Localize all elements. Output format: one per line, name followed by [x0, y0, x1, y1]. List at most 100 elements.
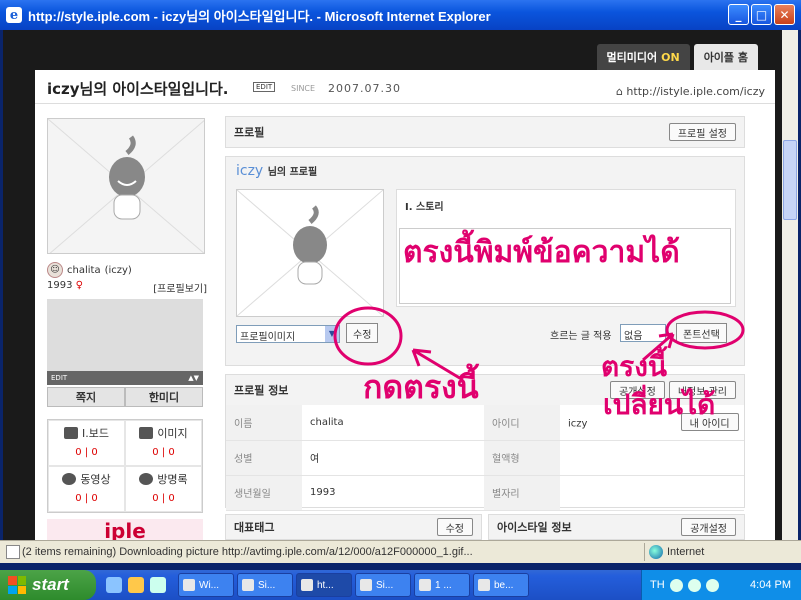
manage-info-button[interactable]: 내정보 관리 — [668, 381, 736, 399]
title-bar: e http://style.iple.com - iczy님의 아이스타일입니… — [0, 0, 801, 30]
select-value: 프로필이미지 — [240, 332, 296, 343]
since-date: 2007.07.30 — [328, 82, 401, 95]
app-icon — [478, 579, 490, 591]
istyle-url-link[interactable]: ⌂ http://istyle.iple.com/iczy — [616, 85, 765, 98]
iple-logo[interactable]: iple — [47, 519, 203, 540]
task-label: Si... — [258, 579, 276, 591]
info-value — [560, 440, 744, 476]
profile-view-link[interactable]: [프로필보기] — [153, 280, 207, 295]
tags-panel: 대표태그 수정 — [225, 514, 482, 540]
tv-icon — [64, 427, 78, 439]
menu-count: 0 | 0 — [152, 447, 175, 458]
info-value: 여 — [302, 440, 484, 476]
menu-board[interactable]: I.보드 0 | 0 — [48, 420, 125, 466]
table-row: 이름 chalita 아이디 iczy 내 아이디 — [226, 405, 744, 441]
profile-owner: iczy 님의 프로필 — [236, 163, 317, 179]
ie-quicklaunch-icon[interactable] — [106, 577, 122, 593]
maximize-button[interactable]: □ — [751, 4, 772, 25]
iple-home-button[interactable]: 아이플 홈 — [693, 44, 758, 70]
task-label: Si... — [376, 579, 394, 591]
task-button-active[interactable]: ht... — [296, 573, 352, 597]
tray-icon[interactable] — [687, 578, 701, 592]
flow-text-select[interactable]: 없음 — [620, 324, 666, 342]
info-key: 생년월일 — [226, 475, 302, 511]
profile-settings-button[interactable]: 프로필 설정 — [668, 123, 736, 141]
info-table: 이름 chalita 아이디 iczy 내 아이디 성별 여 혈액형 생년월일 1993 별자… — [226, 405, 744, 511]
user-birth-year: 1993 — [47, 280, 73, 291]
start-label: start — [32, 575, 69, 594]
story-box: I. 스토리 — [396, 189, 736, 307]
browser-window: e http://style.iple.com - iczy님의 아이스타일입니… — [0, 0, 801, 570]
status-bar: (2 items remaining) Downloading picture … — [0, 540, 801, 563]
menu-video[interactable]: 동영상 0 | 0 — [48, 466, 125, 512]
multimedia-state: ON — [661, 50, 680, 64]
app-icon — [242, 579, 254, 591]
menu-count: 0 | 0 — [75, 493, 98, 504]
task-label: Wi... — [199, 579, 219, 591]
tags-edit-button[interactable]: 수정 — [436, 518, 473, 536]
istyle-public-button[interactable]: 공개설정 — [681, 518, 736, 536]
speech-bubble-icon — [139, 473, 154, 485]
task-button[interactable]: be... — [473, 573, 529, 597]
info-key: 별자리 — [484, 475, 560, 511]
task-button[interactable]: 1 ... — [414, 573, 470, 597]
info-key: 이름 — [226, 405, 302, 441]
menu-label: I.보드 — [82, 427, 109, 440]
profile-panel-title: 프로필 — [234, 126, 265, 139]
task-button[interactable]: Wi... — [178, 573, 234, 597]
arrows-icon: ▲▼ — [188, 374, 199, 382]
my-id-button[interactable]: 내 아이디 — [680, 413, 739, 432]
close-button[interactable]: ✕ — [774, 4, 795, 25]
info-panel-title: 프로필 정보 — [234, 384, 289, 397]
windows-logo-icon — [8, 576, 26, 594]
task-button[interactable]: Si... — [237, 573, 293, 597]
title-edit-button[interactable]: EDIT — [253, 82, 276, 92]
url-text: http://istyle.iple.com/iczy — [626, 85, 765, 98]
multimedia-label: 멀티미디어 — [606, 51, 658, 64]
task-list: Wi... Si... ht... Si... 1 ... be... — [178, 573, 529, 597]
ie-icon: e — [6, 7, 22, 23]
profile-panel-header: 프로필 프로필 설정 — [225, 116, 745, 148]
menu-count: 0 | 0 — [152, 493, 175, 504]
user-avatar-icon: ☺ — [47, 262, 63, 278]
security-zone: Internet — [644, 543, 794, 561]
window-title: http://style.iple.com - iczy님의 아이스타일입니다.… — [28, 8, 491, 24]
scrollbar-thumb[interactable] — [783, 140, 797, 220]
profile-box: iczy 님의 프로필 I. 스토리 프로필이미지 ▼ 수정 흐르는 글 적용 … — [225, 156, 745, 366]
story-textarea[interactable] — [399, 228, 731, 304]
profile-info-panel: 프로필 정보 공개설정 내정보 관리 이름 chalita 아이디 iczy 내 아이디… — [225, 374, 745, 511]
desktop-quicklaunch-icon[interactable] — [150, 577, 166, 593]
tray-icon[interactable] — [705, 578, 719, 592]
image-edit-button[interactable]: 수정 — [346, 323, 379, 343]
globe-icon — [649, 545, 663, 559]
multimedia-toggle[interactable]: 멀티미디어 ON — [596, 44, 690, 70]
note-button[interactable]: 쪽지 — [47, 387, 125, 407]
language-indicator[interactable]: TH — [650, 579, 665, 591]
system-tray: TH 4:04 PM — [641, 570, 801, 600]
info-value: chalita — [302, 405, 484, 441]
minimize-button[interactable]: _ — [728, 4, 749, 25]
start-button[interactable]: start — [0, 570, 96, 600]
app-icon — [360, 579, 372, 591]
info-value: iczy — [568, 418, 588, 430]
onemedi-button[interactable]: 한미디 — [125, 387, 203, 407]
menu-image[interactable]: 이미지 0 | 0 — [125, 420, 202, 466]
menu-label: 방명록 — [157, 473, 188, 486]
menu-grid: I.보드 0 | 0 이미지 0 | 0 동영상 0 | 0 방명록 0 | 0 — [47, 419, 203, 513]
page-header: iczy님의 아이스타일입니다. EDIT SINCE 2007.07.30 ⌂… — [35, 70, 775, 104]
mini-edit-bar[interactable]: EDIT ▲▼ — [47, 371, 203, 385]
clock-quicklaunch-icon[interactable] — [128, 577, 144, 593]
public-settings-button[interactable]: 공개설정 — [610, 381, 665, 399]
istyle-info-title: 아이스타일 정보 — [497, 521, 572, 534]
font-select-button[interactable]: 폰트선택 — [676, 323, 727, 343]
task-label: 1 ... — [435, 579, 452, 591]
tray-icon[interactable] — [669, 578, 683, 592]
select-value: 없음 — [624, 331, 643, 342]
status-message: (2 items remaining) Downloading picture … — [22, 546, 473, 558]
istyle-info-panel: 아이스타일 정보 공개설정 — [488, 514, 745, 540]
task-button[interactable]: Si... — [355, 573, 411, 597]
story-title: I. 스토리 — [405, 202, 444, 213]
profile-image-select[interactable]: 프로필이미지 ▼ — [236, 325, 340, 343]
menu-guestbook[interactable]: 방명록 0 | 0 — [125, 466, 202, 512]
vertical-scrollbar[interactable] — [782, 30, 798, 540]
